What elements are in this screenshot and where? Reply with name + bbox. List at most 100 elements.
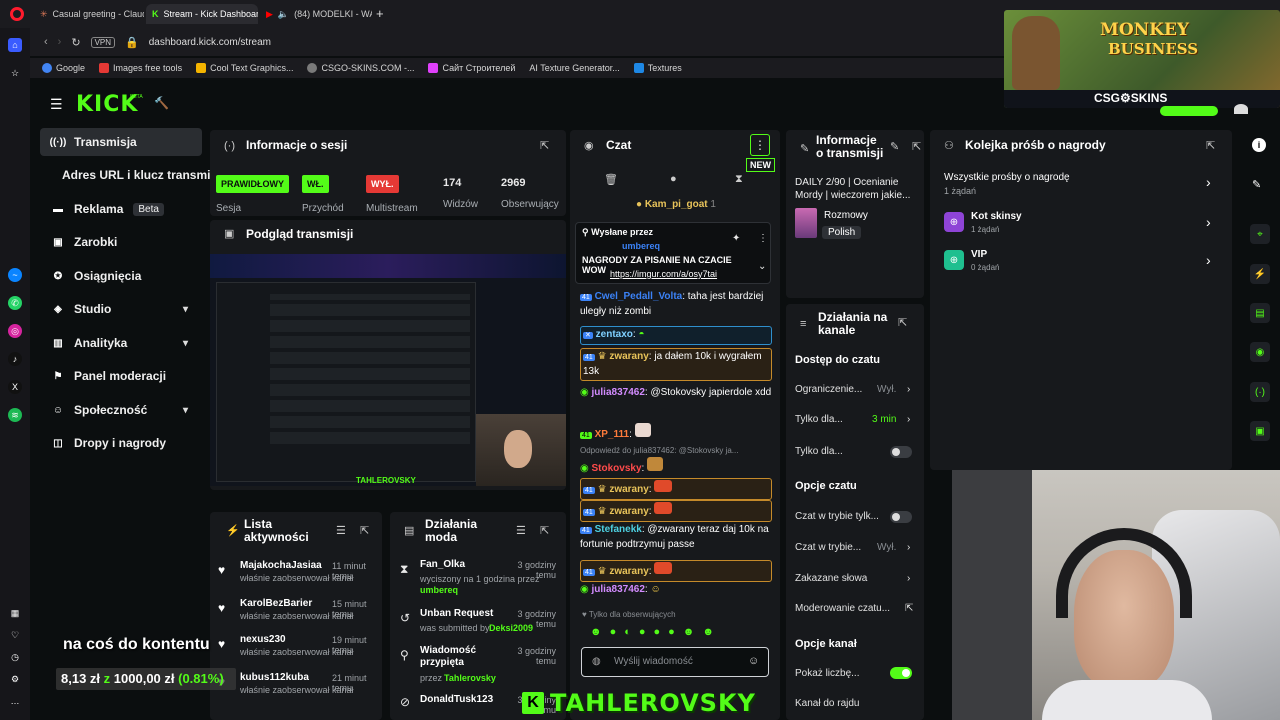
activity-user[interactable]: nexus230: [240, 634, 286, 645]
forward-icon[interactable]: ›: [58, 36, 62, 48]
home-icon[interactable]: ⌂: [8, 38, 22, 52]
chat-user[interactable]: zentaxo: [596, 329, 633, 340]
broadcast-icon[interactable]: (·): [1250, 382, 1270, 402]
chevron-down-icon[interactable]: ⌄: [758, 261, 766, 272]
setting-row-raid-channel[interactable]: Kanał do rajdu: [795, 698, 860, 709]
mod-target[interactable]: Fan_Olka: [420, 559, 465, 570]
reward-row[interactable]: ⊕ VIP 0 żądań ›: [944, 248, 1224, 276]
top-gifter-user[interactable]: Kam_pi_goat: [645, 199, 708, 210]
show-count-toggle[interactable]: [890, 667, 912, 679]
setting-row-followers-only[interactable]: Tylko dla... 3 min ›: [795, 414, 915, 425]
chat-mode-icon[interactable]: ●: [670, 173, 677, 185]
instagram-icon[interactable]: ◎: [8, 324, 22, 338]
setting-row-slow-mode[interactable]: Czat w trybie... Wył. ›: [795, 542, 915, 553]
nav-item-osiagniecia[interactable]: ✪ Osiągnięcia: [40, 262, 236, 290]
pinned-pin-icon[interactable]: ✦: [732, 233, 740, 244]
nav-item-transmisja[interactable]: ((·)) Transmisja: [40, 128, 202, 156]
chat-user[interactable]: zwarany: [609, 484, 648, 495]
nav-item-dropy[interactable]: ◫ Dropy i nagrody: [40, 429, 236, 457]
pinned-author[interactable]: umbereq: [622, 241, 660, 251]
opera-logo-icon[interactable]: [10, 7, 24, 21]
chat-icon[interactable]: ◉: [1250, 342, 1270, 362]
pinned-options-icon[interactable]: ⋮: [758, 233, 768, 244]
bookmark-textures[interactable]: Textures: [633, 63, 682, 73]
nav-item-studio[interactable]: ◈ Studio ▾: [40, 295, 202, 323]
bookmark-csgoskins[interactable]: CSGO-SKINS.COM -...: [307, 63, 414, 73]
mod-by[interactable]: Tahlerovsky: [444, 673, 496, 683]
url-field[interactable]: dashboard.kick.com/stream: [149, 37, 271, 48]
layout-icon[interactable]: ▣: [1250, 421, 1270, 441]
bookmark-images[interactable]: Images free tools: [99, 63, 182, 73]
pencil-icon[interactable]: ✎: [1252, 178, 1261, 191]
nav-item-panel-moderacji[interactable]: ⚑ Panel moderacji: [40, 362, 236, 390]
setting-row-banned-words[interactable]: Zakazane słowa ›: [795, 573, 915, 584]
bookmark-google[interactable]: Google: [42, 63, 85, 73]
heart-icon[interactable]: ♡: [8, 628, 22, 642]
nav-item-stream-url-key[interactable]: Adres URL i klucz transmisji: [40, 161, 236, 189]
back-icon[interactable]: ‹: [44, 36, 48, 48]
hammer-icon[interactable]: 🔨: [154, 96, 169, 110]
pinned-message[interactable]: ⚲ Wysłane przez ✦ ⋮ umbereq NAGRODY ZA P…: [575, 222, 771, 284]
new-tab-button[interactable]: +: [376, 6, 384, 21]
chat-user[interactable]: zwarany: [609, 566, 648, 577]
document-icon[interactable]: ▤: [1250, 303, 1270, 323]
filter-icon[interactable]: ☰: [336, 524, 346, 537]
bookmark-ai-texture[interactable]: AI Texture Generator...: [529, 63, 619, 73]
vpn-badge[interactable]: VPN: [90, 36, 116, 48]
nav-item-reklama[interactable]: ▬ Reklama Beta: [40, 195, 236, 223]
avatar[interactable]: [1234, 104, 1248, 114]
tiktok-icon[interactable]: ♪: [8, 352, 22, 366]
mod-target[interactable]: Unban Request: [420, 608, 493, 619]
bookmark-builders[interactable]: Сайт Строителей: [428, 63, 515, 73]
mod-by[interactable]: umbereq: [420, 585, 458, 595]
hourglass-icon[interactable]: ⧗: [735, 173, 743, 186]
rewards-all-row[interactable]: Wszystkie prośby o nagrodę 1 żądań ›: [944, 172, 1224, 200]
reload-icon[interactable]: ↻: [71, 36, 80, 49]
stream-preview-video[interactable]: TAHLEROVSKY: [210, 254, 566, 486]
settings-icon[interactable]: ⚙: [8, 672, 22, 686]
activity-user[interactable]: MajakochaJasiaa: [240, 560, 322, 571]
reward-row[interactable]: ⊕ Kot skinsy 1 żądań ›: [944, 210, 1224, 238]
mod-target[interactable]: DonaldTusk123: [420, 694, 493, 705]
mod-by[interactable]: Deksi2009: [489, 623, 533, 633]
emote-only-toggle[interactable]: [890, 511, 912, 523]
edit-icon[interactable]: ✎: [890, 140, 899, 153]
chat-user[interactable]: zwarany: [609, 351, 648, 362]
tab-claude[interactable]: ✳ Casual greeting - Claude: [34, 4, 144, 24]
chat-user[interactable]: julia837462: [592, 584, 645, 595]
messenger-icon[interactable]: ~: [8, 268, 22, 282]
emoji-icon[interactable]: ☺: [748, 655, 759, 667]
activity-user[interactable]: kubus112kuba: [240, 672, 309, 683]
chat-user[interactable]: Cwel_Pedall_Volta: [595, 291, 683, 302]
target-icon[interactable]: ⌖: [1250, 224, 1270, 244]
popout-icon[interactable]: ⇱: [912, 140, 921, 153]
trash-icon[interactable]: 🗑: [604, 173, 618, 186]
whatsapp-icon[interactable]: ✆: [8, 296, 22, 310]
activity-user[interactable]: KarolBezBarier: [240, 598, 312, 609]
popout-icon[interactable]: ⇱: [540, 524, 549, 537]
popout-icon[interactable]: ⇱: [360, 524, 369, 537]
setting-row-chat-moderation[interactable]: Moderowanie czatu... ⇱: [795, 603, 915, 614]
chat-user[interactable]: Stokovsky: [592, 463, 642, 474]
popout-icon[interactable]: ⇱: [540, 139, 549, 152]
subs-only-toggle[interactable]: [890, 446, 912, 458]
setting-row-limit[interactable]: Ograniczenie... Wył. ›: [795, 384, 915, 395]
bookmark-cooltext[interactable]: Cool Text Graphics...: [196, 63, 293, 73]
nav-item-spolecznosc[interactable]: ☺ Społeczność ▾: [40, 396, 202, 424]
tab-youtube[interactable]: ▶ 🔈 (84) MODELKI - WAYU: [260, 4, 372, 24]
info-icon[interactable]: i: [1252, 138, 1266, 152]
more-icon[interactable]: …: [8, 694, 22, 708]
x-icon[interactable]: X: [8, 380, 22, 394]
category-name[interactable]: Rozmowy: [824, 210, 868, 221]
filter-icon[interactable]: ☰: [516, 524, 526, 537]
pinned-link[interactable]: https://imgur.com/a/osy7tai: [610, 269, 717, 279]
chat-input-box[interactable]: ◍ Wyślij wiadomość ☺: [581, 647, 769, 677]
chat-user[interactable]: Stefanekk: [595, 524, 642, 535]
chat-user[interactable]: XP_111: [595, 429, 629, 440]
header-green-pill[interactable]: [1160, 106, 1218, 116]
workspaces-icon[interactable]: ▦: [8, 606, 22, 620]
popout-icon[interactable]: ⇱: [898, 316, 907, 329]
star-icon[interactable]: ☆: [8, 66, 22, 80]
chat-user[interactable]: zwarany: [609, 506, 648, 517]
history-icon[interactable]: ◷: [8, 650, 22, 664]
